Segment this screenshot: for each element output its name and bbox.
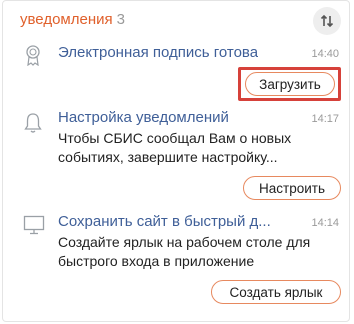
- panel-header: уведомления 3: [20, 11, 125, 28]
- notifications-panel: уведомления 3 Электронная подпись готова …: [2, 0, 350, 322]
- monitor-icon: [23, 215, 45, 235]
- sort-arrows-icon: [320, 14, 334, 28]
- notification-time: 14:40: [311, 48, 339, 60]
- download-button[interactable]: Загрузить: [245, 72, 335, 96]
- bell-icon: [24, 113, 42, 133]
- panel-title: уведомления: [20, 11, 113, 28]
- notification-count: 3: [116, 11, 125, 28]
- notification-description: Создайте ярлык на рабочем столе для быст…: [58, 234, 311, 269]
- sort-button[interactable]: [313, 7, 341, 35]
- notification-title[interactable]: Сохранить сайт в быстрый д...: [58, 213, 271, 230]
- notification-time: 14:14: [311, 217, 339, 229]
- setup-button[interactable]: Настроить: [243, 176, 341, 200]
- certificate-icon: [26, 45, 40, 66]
- create-shortcut-button[interactable]: Создать ярлык: [211, 280, 341, 304]
- notification-title[interactable]: Настройка уведомлений: [58, 109, 229, 126]
- notification-description: Чтобы СБИС сообщал Вам о новых событиях,…: [58, 130, 292, 165]
- notification-time: 14:17: [311, 113, 339, 125]
- notification-title[interactable]: Электронная подпись готова: [58, 44, 258, 61]
